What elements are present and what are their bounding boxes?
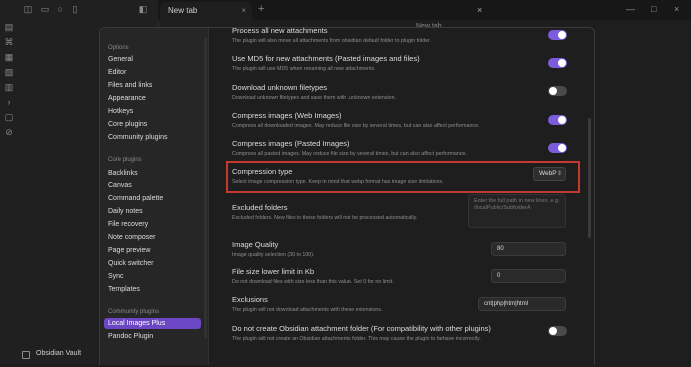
- search-icon[interactable]: ○: [55, 4, 65, 14]
- setting-desc: Compress all pasted images. May reduce f…: [232, 151, 467, 157]
- nav-header-core-plugins: Core plugins: [108, 157, 142, 163]
- setting-name: Use MD5 for new attachments (Pasted imag…: [232, 54, 420, 63]
- minimize-icon[interactable]: —: [626, 4, 635, 14]
- nav-item-appearance[interactable]: Appearance: [104, 93, 201, 104]
- setting-desc: The plugin will not download attachments…: [232, 307, 383, 313]
- setting-name: File size lower limit in Kb: [232, 267, 315, 276]
- process-attachments-toggle[interactable]: [548, 30, 567, 40]
- setting-name: Download unknown filetypes: [232, 83, 328, 92]
- sidebar-toggle-icon[interactable]: ◫: [23, 4, 33, 14]
- file-explorer-icon[interactable]: ▤: [4, 22, 14, 32]
- setting-name: Do not create Obsidian attachment folder…: [232, 324, 491, 333]
- nav-item-backlinks[interactable]: Backlinks: [104, 168, 201, 179]
- download-unknown-toggle[interactable]: [548, 86, 567, 96]
- nav-header-options: Options: [108, 45, 129, 51]
- setting-name: Compress images (Pasted Images): [232, 139, 350, 148]
- new-tab-button[interactable]: +: [258, 3, 264, 15]
- tab-new-tab[interactable]: New tab ×: [160, 2, 252, 20]
- setting-name: Compress images (Web Images): [232, 111, 342, 120]
- setting-name: Image Quality: [232, 240, 279, 249]
- setting-desc: The plugin will not create an Obsidian a…: [232, 336, 481, 342]
- setting-desc: Download unknown filetypes and save them…: [232, 95, 397, 101]
- tab-close-icon[interactable]: ×: [241, 6, 246, 15]
- vault-icon: [22, 351, 30, 359]
- nav-item-pandoc-plugin[interactable]: Pandoc Plugin: [104, 331, 201, 342]
- setting-name: Compression type: [232, 167, 293, 176]
- compress-pasted-images-toggle[interactable]: [548, 143, 567, 153]
- compression-type-value: WebP: [539, 170, 557, 177]
- nav-item-local-images-plus[interactable]: Local Images Plus: [104, 318, 201, 329]
- maximize-icon[interactable]: □: [651, 4, 656, 14]
- publish-icon[interactable]: ⊘: [4, 127, 14, 137]
- nav-item-quick-switcher[interactable]: Quick switcher: [104, 258, 201, 269]
- nav-item-note-composer[interactable]: Note composer: [104, 232, 201, 243]
- nav-item-files-and-links[interactable]: Files and links: [104, 80, 201, 91]
- nav-item-file-recovery[interactable]: File recovery: [104, 219, 201, 230]
- nav-item-page-preview[interactable]: Page preview: [104, 245, 201, 256]
- setting-desc: Select image compression type. Keep in m…: [232, 179, 444, 185]
- chevron-updown-icon: ⇕: [556, 171, 562, 177]
- setting-name: Process all new attachments: [232, 26, 328, 35]
- setting-desc: Do not download files with size less tha…: [232, 279, 394, 285]
- nav-item-templates[interactable]: Templates: [104, 284, 201, 295]
- setting-desc: Compress all downloaded images. May redu…: [232, 123, 480, 129]
- tab-title: New tab: [168, 6, 198, 15]
- vault-name[interactable]: Obsidian Vault: [36, 350, 81, 357]
- nav-item-community-plugins[interactable]: Community plugins: [104, 132, 201, 143]
- sidebar-collapse-icon[interactable]: ◧: [138, 4, 148, 14]
- exclusions-input[interactable]: cnt|php|htm|html: [478, 297, 566, 311]
- use-md5-toggle[interactable]: [548, 58, 567, 68]
- nav-item-hotkeys[interactable]: Hotkeys: [104, 106, 201, 117]
- daily-note-icon[interactable]: ▥: [4, 82, 14, 92]
- close-window-icon[interactable]: ×: [674, 4, 679, 14]
- left-ribbon: ▤ ⌘ ▦ ▧ ▥ › ▢ ⊘: [0, 0, 19, 364]
- setting-desc: The plugin will use MD5 when renaming al…: [232, 66, 376, 72]
- terminal-icon[interactable]: ›: [4, 97, 14, 107]
- compression-type-select[interactable]: WebP ⇕: [533, 167, 566, 181]
- folder-icon[interactable]: ▭: [40, 4, 50, 14]
- setting-desc: Excluded folders. New files in these fol…: [232, 215, 418, 221]
- bookmark-icon[interactable]: ▯: [70, 4, 80, 14]
- document-icon[interactable]: ▢: [4, 112, 14, 122]
- sidebar-toolbar: ◫ ▭ ○ ▯ ◧: [18, 0, 158, 20]
- nav-item-daily-notes[interactable]: Daily notes: [104, 206, 201, 217]
- content-scrollbar[interactable]: [588, 118, 591, 238]
- nav-item-editor[interactable]: Editor: [104, 67, 201, 78]
- settings-nav: Options General Editor Files and links A…: [100, 28, 209, 365]
- nav-scrollbar[interactable]: [204, 38, 207, 338]
- graph-icon[interactable]: ⌘: [4, 37, 14, 47]
- excluded-folders-textarea[interactable]: Enter the full path in new lines, e.g. /…: [468, 194, 566, 228]
- calendar-icon[interactable]: ▦: [4, 52, 14, 62]
- nav-item-general[interactable]: General: [104, 54, 201, 65]
- setting-desc: Image quality selection (30 to 100).: [232, 252, 315, 258]
- compress-web-images-toggle[interactable]: [548, 115, 567, 125]
- no-attachment-folder-toggle[interactable]: [548, 326, 567, 336]
- size-limit-input[interactable]: 0: [491, 269, 566, 283]
- image-quality-input[interactable]: 80: [491, 242, 566, 256]
- modal-close-icon[interactable]: ×: [477, 5, 482, 15]
- nav-item-sync[interactable]: Sync: [104, 271, 201, 282]
- canvas-icon[interactable]: ▧: [4, 67, 14, 77]
- nav-header-community-plugins: Community plugins: [108, 309, 160, 315]
- nav-item-canvas[interactable]: Canvas: [104, 180, 201, 191]
- setting-name: Exclusions: [232, 295, 268, 304]
- highlight-box: [226, 161, 580, 193]
- nav-item-core-plugins[interactable]: Core plugins: [104, 119, 201, 130]
- setting-name: Excluded folders: [232, 203, 288, 212]
- nav-item-command-palette[interactable]: Command palette: [104, 193, 201, 204]
- setting-desc: The plugin will also move all attachment…: [232, 38, 432, 44]
